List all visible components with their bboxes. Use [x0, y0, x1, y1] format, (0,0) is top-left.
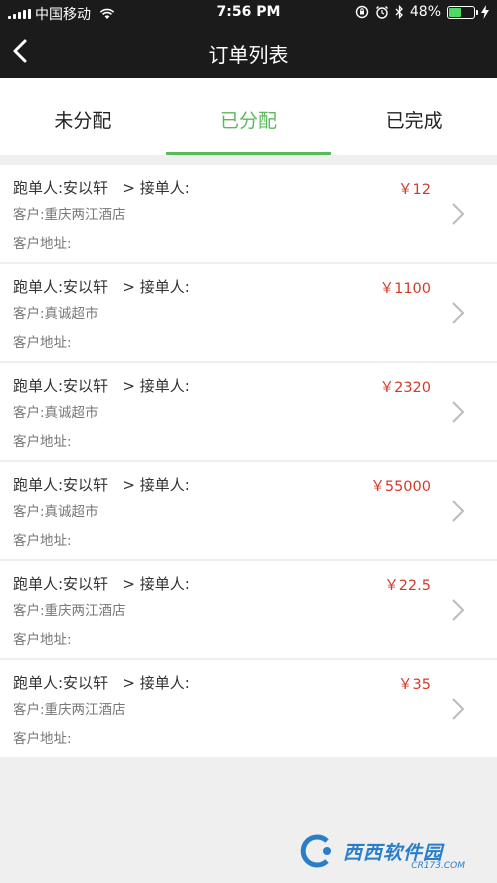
watermark-sub: CR173.COM	[411, 861, 465, 871]
order-address: 客户地址:	[13, 236, 72, 252]
bluetooth-icon	[395, 5, 403, 19]
battery-icon	[447, 5, 478, 19]
logo-icon	[300, 834, 331, 868]
order-customer: 客户:重庆两江酒店	[13, 702, 126, 718]
order-card[interactable]: 跑单人:安以轩 > 接单人: ￥22.5 客户:重庆两江酒店 客户地址:	[0, 561, 497, 658]
chevron-right-icon	[452, 203, 465, 225]
chevron-right-icon	[452, 698, 465, 720]
tab-bar: 未分配 已分配 已完成	[0, 78, 497, 155]
order-customer: 客户:真诚超市	[13, 405, 99, 421]
order-customer: 客户:重庆两江酒店	[13, 207, 126, 223]
order-card[interactable]: 跑单人:安以轩 > 接单人: ￥1100 客户:真诚超市 客户地址:	[0, 264, 497, 361]
charging-icon	[481, 5, 489, 19]
order-address: 客户地址:	[13, 533, 72, 549]
alarm-icon	[375, 6, 388, 19]
order-card[interactable]: 跑单人:安以轩 > 接单人: ￥55000 客户:真诚超市 客户地址:	[0, 462, 497, 559]
order-card[interactable]: 跑单人:安以轩 > 接单人: ￥12 客户:重庆两江酒店 客户地址:	[0, 165, 497, 262]
order-price: ￥12	[398, 182, 431, 198]
order-customer: 客户:重庆两江酒店	[13, 603, 126, 619]
status-right: 48%	[355, 4, 489, 20]
order-address: 客户地址:	[13, 731, 72, 747]
order-price: ￥55000	[370, 479, 431, 495]
navigation-bar: 订单列表	[0, 26, 497, 78]
order-price: ￥1100	[379, 281, 431, 297]
order-price: ￥2320	[379, 380, 431, 396]
order-card[interactable]: 跑单人:安以轩 > 接单人: ￥2320 客户:真诚超市 客户地址:	[0, 363, 497, 460]
chevron-right-icon	[452, 599, 465, 621]
order-runner: 跑单人:安以轩 > 接单人:	[13, 377, 190, 395]
order-runner: 跑单人:安以轩 > 接单人:	[13, 278, 190, 296]
order-price: ￥22.5	[384, 578, 431, 594]
order-card[interactable]: 跑单人:安以轩 > 接单人: ￥35 客户:重庆两江酒店 客户地址:	[0, 660, 497, 757]
order-address: 客户地址:	[13, 335, 72, 351]
order-price: ￥35	[398, 677, 431, 693]
page-title: 订单列表	[208, 43, 289, 67]
chevron-right-icon	[452, 500, 465, 522]
tab-completed[interactable]: 已完成	[331, 78, 497, 155]
order-runner: 跑单人:安以轩 > 接单人:	[13, 674, 190, 692]
order-runner: 跑单人:安以轩 > 接单人:	[13, 179, 190, 197]
order-customer: 客户:真诚超市	[13, 306, 99, 322]
order-runner: 跑单人:安以轩 > 接单人:	[13, 575, 190, 593]
rotation-lock-icon	[355, 5, 369, 19]
battery-fill	[449, 7, 461, 17]
status-bar: 中国移动 7:56 PM 48%	[0, 0, 497, 26]
order-address: 客户地址:	[13, 632, 72, 648]
chevron-right-icon	[452, 401, 465, 423]
order-runner: 跑单人:安以轩 > 接单人:	[13, 476, 190, 494]
tab-assigned[interactable]: 已分配	[165, 78, 332, 155]
tab-unassigned[interactable]: 未分配	[0, 78, 166, 155]
order-list: 跑单人:安以轩 > 接单人: ￥12 客户:重庆两江酒店 客户地址: 跑单人:安…	[0, 165, 497, 759]
order-address: 客户地址:	[13, 434, 72, 450]
order-customer: 客户:真诚超市	[13, 504, 99, 520]
watermark-logo: 西西软件园 CR173.COM	[297, 831, 477, 871]
battery-percent: 48%	[409, 4, 441, 20]
chevron-right-icon	[452, 302, 465, 324]
